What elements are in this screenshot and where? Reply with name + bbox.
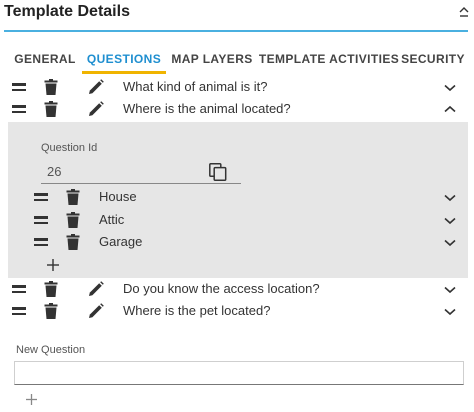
tab-label: MAP LAYERS	[171, 52, 253, 66]
drag-handle-icon[interactable]	[12, 82, 26, 92]
trash-icon[interactable]	[44, 79, 58, 95]
panel-header: Template Details	[0, 0, 474, 30]
question-text: Where is the pet located?	[123, 303, 271, 318]
tab-map-layers[interactable]: MAP LAYERS	[170, 44, 254, 74]
chevron-down-icon[interactable]	[444, 286, 456, 294]
tab-template-activities[interactable]: TEMPLATE ACTIVITIES	[258, 44, 400, 74]
answer-text: House	[99, 189, 137, 204]
drag-handle-icon[interactable]	[12, 104, 26, 114]
drag-handle-icon[interactable]	[34, 215, 48, 225]
question-text: What kind of animal is it?	[123, 79, 268, 94]
collapse-icon[interactable]	[458, 6, 470, 20]
trash-icon[interactable]	[66, 234, 80, 250]
pencil-icon[interactable]	[88, 303, 104, 319]
add-answer-plus-icon[interactable]	[46, 258, 60, 272]
answer-row: Attic	[8, 209, 468, 231]
trash-icon[interactable]	[44, 101, 58, 117]
chevron-down-icon[interactable]	[444, 194, 456, 202]
tab-label: TEMPLATE ACTIVITIES	[258, 52, 400, 66]
question-text: Do you know the access location?	[123, 281, 320, 296]
new-question-input[interactable]	[14, 361, 464, 385]
panel-title: Template Details	[4, 3, 130, 20]
chevron-down-icon[interactable]	[444, 239, 456, 247]
chevron-up-icon[interactable]	[444, 105, 456, 113]
trash-icon[interactable]	[44, 281, 58, 297]
tab-label: GENERAL	[14, 52, 76, 66]
trash-icon[interactable]	[44, 303, 58, 319]
question-row: What kind of animal is it?	[0, 76, 474, 98]
drag-handle-icon[interactable]	[12, 306, 26, 316]
add-question-plus-icon[interactable]	[25, 393, 38, 406]
tab-bar: GENERAL QUESTIONS MAP LAYERS TEMPLATE AC…	[0, 44, 474, 74]
header-divider	[4, 30, 468, 32]
answer-row: House	[8, 186, 468, 208]
tab-label: SECURITY	[401, 52, 465, 66]
question-id-value: 26	[47, 164, 62, 179]
drag-handle-icon[interactable]	[34, 237, 48, 247]
trash-icon[interactable]	[66, 189, 80, 205]
answer-text: Garage	[99, 234, 143, 249]
chevron-down-icon[interactable]	[444, 217, 456, 225]
pencil-icon[interactable]	[88, 101, 104, 117]
answer-text: Attic	[99, 212, 125, 227]
chevron-down-icon[interactable]	[444, 84, 456, 92]
tab-questions[interactable]: QUESTIONS	[82, 44, 166, 74]
question-text: Where is the animal located?	[123, 101, 291, 116]
question-row-expanded: Where is the animal located?	[0, 98, 474, 120]
question-id-label: Question Id	[41, 142, 98, 154]
drag-handle-icon[interactable]	[34, 192, 48, 202]
tab-general[interactable]: GENERAL	[10, 44, 80, 74]
active-tab-indicator	[82, 71, 166, 74]
trash-icon[interactable]	[66, 212, 80, 228]
question-row: Do you know the access location?	[0, 278, 474, 300]
copy-icon[interactable]	[209, 163, 227, 181]
tab-label: QUESTIONS	[86, 52, 162, 66]
answer-row: Garage	[8, 231, 468, 253]
pencil-icon[interactable]	[88, 281, 104, 297]
pencil-icon[interactable]	[88, 79, 104, 95]
tab-security[interactable]: SECURITY	[400, 44, 466, 74]
chevron-down-icon[interactable]	[444, 308, 456, 316]
new-question-label: New Question	[16, 344, 86, 356]
question-detail-panel: Question Id 26 House Attic Garage	[8, 122, 468, 278]
drag-handle-icon[interactable]	[12, 284, 26, 294]
question-row: Where is the pet located?	[0, 300, 474, 322]
